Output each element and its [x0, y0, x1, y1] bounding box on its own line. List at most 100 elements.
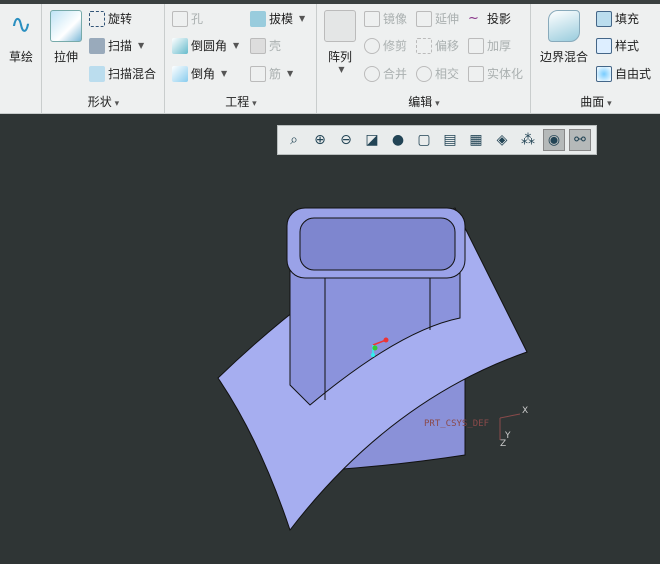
shell-icon [250, 37, 266, 54]
axis-x-label: X [522, 406, 528, 416]
intersect-label: 相交 [435, 67, 460, 81]
graphics-viewport[interactable]: X Y Z [0, 115, 660, 564]
round-button[interactable]: 倒圆角 ▼ [172, 37, 239, 54]
revolve-button[interactable]: 旋转 [89, 10, 132, 27]
merge-button[interactable]: 合并 [364, 65, 407, 82]
mirror-button[interactable]: 镜像 [364, 10, 407, 27]
merge-label: 合并 [383, 67, 408, 81]
extend-button[interactable]: 延伸 [416, 10, 459, 27]
sweep-icon [89, 37, 105, 54]
repaint-icon[interactable]: ◪ [361, 129, 383, 151]
draft-button[interactable]: 拔模 ▼ [250, 10, 305, 27]
rib-label: 筋 [269, 67, 282, 81]
solidify-button[interactable]: 实体化 [468, 65, 523, 82]
thicken-label: 加厚 [487, 39, 512, 53]
offset-icon [416, 37, 432, 54]
project-button[interactable]: ~ 投影 [468, 10, 511, 27]
draft-label: 拔模 [269, 12, 294, 26]
fill-button[interactable]: 填充 [596, 10, 639, 27]
chamfer-button[interactable]: 倒角 ▼ [172, 65, 227, 82]
swept-blend-icon [89, 65, 105, 82]
perspective-icon[interactable]: ▦ [465, 129, 487, 151]
zoom-out-icon[interactable]: ⊖ [335, 129, 357, 151]
group-engineering: 孔 拔模 ▼ 倒圆角 ▼ 壳 倒角 ▼ 筋 ▼ 工程 [166, 4, 317, 114]
group-label-surfaces[interactable]: 曲面 [532, 93, 660, 110]
boundary-blend-icon [548, 10, 580, 42]
datum-display-icon[interactable]: ⁂ [517, 129, 539, 151]
sketch-icon: ∿ [10, 10, 32, 40]
ribbon: ∿ 草绘 拉伸 旋转 扫描▼ 扫描混合 形状 孔 拔模▼ 倒圆角▼ 壳 倒角▼ … [0, 4, 660, 114]
offset-label: 偏移 [435, 39, 460, 53]
sketch-label: 草绘 [8, 50, 33, 64]
mirror-icon [364, 10, 380, 27]
round-label: 倒圆角 [191, 39, 228, 53]
intersect-button[interactable]: 相交 [416, 65, 459, 82]
group-surfaces: 边界混合 填充 样式 自由式 曲面 [532, 4, 660, 114]
project-icon: ~ [468, 10, 479, 26]
sweep-label: 扫描 [108, 39, 133, 53]
trim-icon [364, 37, 380, 54]
solidify-icon [468, 65, 484, 82]
trim-button[interactable]: 修剪 [364, 37, 407, 54]
hole-button[interactable]: 孔 [172, 10, 203, 27]
project-label: 投影 [487, 12, 512, 26]
thicken-icon [468, 37, 484, 54]
solidify-label: 实体化 [487, 67, 524, 81]
draft-icon [250, 10, 266, 27]
swept-blend-button[interactable]: 扫描混合 [89, 65, 156, 82]
fill-label: 填充 [615, 12, 640, 26]
extrude-button[interactable]: 拉伸 [47, 10, 85, 65]
csys-label: PRT_CSYS_DEF [424, 419, 490, 429]
view-manager-icon[interactable]: ▤ [439, 129, 461, 151]
intersect-icon [416, 65, 432, 82]
group-editing: 阵列 ▼ 镜像 延伸 ~ 投影 修剪 偏移 加厚 合并 相交 实体化 编辑 [318, 4, 531, 114]
extrude-label: 拉伸 [53, 50, 78, 64]
group-label-shapes[interactable]: 形状 [43, 93, 164, 110]
freestyle-icon [596, 65, 612, 82]
group-shapes: 拉伸 旋转 扫描 ▼ 扫描混合 形状 [43, 4, 165, 114]
axis-z-label: Z [500, 439, 506, 449]
zoom-in-icon[interactable]: ⊕ [309, 129, 331, 151]
freestyle-label: 自由式 [615, 67, 652, 81]
hole-label: 孔 [191, 12, 204, 26]
section-icon[interactable]: ◈ [491, 129, 513, 151]
fill-icon [596, 10, 612, 27]
hole-icon [172, 10, 188, 27]
boundary-blend-label: 边界混合 [539, 50, 588, 64]
group-label-engineering[interactable]: 工程 [166, 93, 316, 110]
view-toolbar: ⌕ ⊕ ⊖ ◪ ● ▢ ▤ ▦ ◈ ⁂ ◉ ⚯ [277, 125, 597, 155]
rib-button[interactable]: 筋 ▼ [250, 65, 293, 82]
display-style-icon[interactable]: ● [387, 129, 409, 151]
refit-icon[interactable]: ⌕ [283, 129, 305, 151]
style-label: 样式 [615, 39, 640, 53]
box-inner-wall [299, 217, 456, 271]
extrude-icon [50, 10, 82, 42]
swept-blend-label: 扫描混合 [108, 67, 157, 81]
extend-icon [416, 10, 432, 27]
trim-label: 修剪 [383, 39, 408, 53]
saved-orientations-icon[interactable]: ▢ [413, 129, 435, 151]
shell-label: 壳 [269, 39, 282, 53]
annotation-display-icon[interactable]: ◉ [543, 129, 565, 151]
group-label-editing[interactable]: 编辑 [318, 93, 530, 110]
style-button[interactable]: 样式 [596, 37, 639, 54]
thicken-button[interactable]: 加厚 [468, 37, 511, 54]
rib-icon [250, 65, 266, 82]
extend-label: 延伸 [435, 12, 460, 26]
boundary-blend-button[interactable]: 边界混合 [536, 10, 592, 65]
offset-button[interactable]: 偏移 [416, 37, 459, 54]
chamfer-icon [172, 65, 188, 82]
group-sketch: ∿ 草绘 [0, 4, 42, 114]
chamfer-label: 倒角 [191, 67, 216, 81]
round-icon [172, 37, 188, 54]
freestyle-button[interactable]: 自由式 [596, 65, 651, 82]
sketch-button[interactable]: ∿ 草绘 [4, 10, 38, 65]
revolve-icon [89, 10, 105, 27]
revolve-label: 旋转 [108, 12, 133, 26]
style-icon [596, 37, 612, 54]
spin-center-icon[interactable]: ⚯ [569, 129, 591, 151]
pattern-button[interactable]: 阵列 ▼ [322, 10, 358, 74]
merge-icon [364, 65, 380, 82]
sweep-button[interactable]: 扫描 ▼ [89, 37, 144, 54]
shell-button[interactable]: 壳 [250, 37, 281, 54]
